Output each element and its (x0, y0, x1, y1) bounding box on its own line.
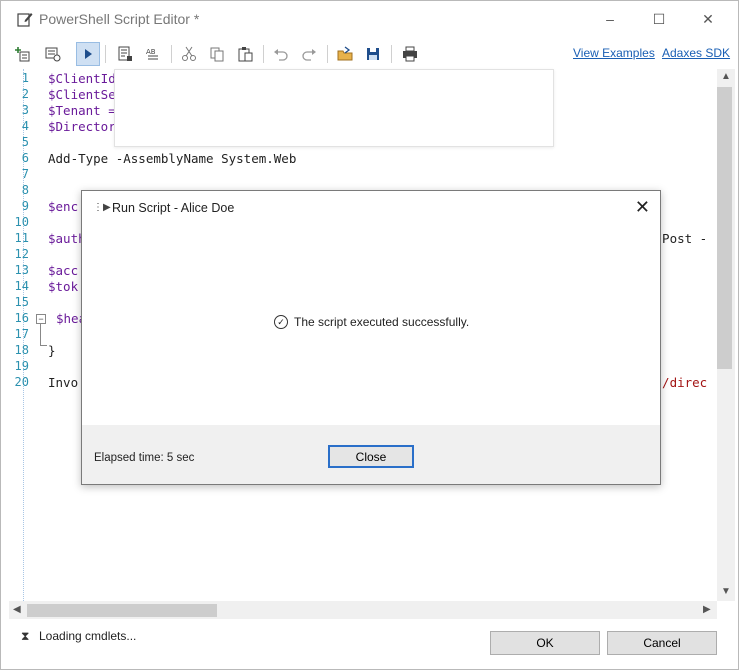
dialog-close-button[interactable]: Close (328, 445, 414, 468)
line-number: 1 (21, 71, 29, 85)
cancel-button[interactable]: Cancel (607, 631, 717, 655)
scroll-left-icon[interactable]: ◀ (13, 604, 21, 615)
scroll-right-icon[interactable]: ▶ (703, 604, 711, 615)
close-window-button[interactable]: ✕ (693, 7, 723, 31)
line-number: 9 (21, 199, 29, 213)
minimize-button[interactable]: – (595, 7, 625, 31)
code-line-1: $ClientId (48, 71, 116, 86)
line-number: 15 (14, 295, 29, 309)
code-line-20: Invo (48, 375, 79, 390)
line-number: 4 (21, 119, 29, 133)
scroll-down-icon[interactable]: ▼ (721, 586, 731, 597)
line-number: 16 (14, 311, 29, 325)
intellisense-popup (114, 69, 554, 147)
redo-icon[interactable] (297, 42, 321, 66)
line-number: 12 (14, 247, 29, 261)
horizontal-scroll-thumb[interactable] (27, 604, 217, 617)
paste-icon[interactable] (233, 42, 257, 66)
line-number: 6 (21, 151, 29, 165)
status-text: Loading cmdlets... (39, 629, 137, 643)
vertical-scroll-thumb[interactable] (717, 87, 732, 369)
print-icon[interactable] (398, 42, 422, 66)
code-line-2: $ClientSe (48, 87, 116, 102)
insert-line-icon[interactable] (11, 42, 35, 66)
line-number: 19 (14, 359, 29, 373)
hourglass-icon: ⧗ (21, 629, 30, 643)
save-icon[interactable] (361, 42, 385, 66)
line-number: 17 (14, 327, 29, 341)
dialog-footer: Elapsed time: 5 sec Close (82, 425, 660, 484)
title-bar: PowerShell Script Editor * – ☐ ✕ (1, 1, 738, 37)
dialog-close-icon[interactable]: ✕ (635, 197, 650, 218)
line-number: 5 (21, 135, 29, 149)
code-line-14: $tok (48, 279, 79, 294)
success-check-icon: ✓ (274, 315, 288, 329)
line-number: 14 (14, 279, 29, 293)
code-line-3: $Tenant = (48, 103, 116, 118)
line-number: 7 (21, 167, 29, 181)
ok-button[interactable]: OK (490, 631, 600, 655)
code-line-6: Add-Type -AssemblyName System.Web (48, 151, 297, 166)
line-number: 11 (14, 231, 29, 245)
edit-script-icon (17, 11, 33, 27)
code-line-11: $auth (48, 231, 86, 246)
run-script-button[interactable] (76, 42, 100, 66)
editor-window: PowerShell Script Editor * – ☐ ✕ AB View… (0, 0, 739, 670)
code-line-9: $enc (48, 199, 79, 214)
copy-icon[interactable] (205, 42, 229, 66)
elapsed-time: Elapsed time: 5 sec (94, 452, 195, 464)
undo-icon[interactable] (269, 42, 293, 66)
comment-icon[interactable] (113, 42, 137, 66)
view-examples-link[interactable]: View Examples (573, 46, 655, 60)
window-title: PowerShell Script Editor * (39, 11, 200, 27)
code-line-18: } (48, 343, 56, 358)
run-script-dialog: ⋮▶ Run Script - Alice Doe ✕ ✓ The script… (81, 190, 661, 485)
insert-variable-icon[interactable] (41, 42, 65, 66)
code-line-4: $Director (48, 119, 116, 134)
line-number: 2 (21, 87, 29, 101)
maximize-button[interactable]: ☐ (644, 7, 674, 31)
svg-text:AB: AB (146, 48, 156, 56)
cut-icon[interactable] (177, 42, 201, 66)
line-number: 13 (14, 263, 29, 277)
uncomment-icon[interactable]: AB (141, 42, 165, 66)
line-number: 18 (14, 343, 29, 357)
open-folder-icon[interactable] (333, 42, 357, 66)
dialog-message-text: The script executed successfully. (294, 315, 470, 329)
scroll-up-icon[interactable]: ▲ (721, 71, 731, 82)
run-script-icon: ⋮▶ (93, 202, 111, 213)
dialog-title: Run Script - Alice Doe (112, 201, 235, 215)
line-number: 20 (14, 375, 29, 389)
dialog-message: ✓ The script executed successfully. (274, 315, 469, 329)
line-number: 8 (21, 183, 29, 197)
line-number: 3 (21, 103, 29, 117)
adaxes-sdk-link[interactable]: Adaxes SDK (662, 46, 730, 60)
line-number: 10 (14, 215, 29, 229)
code-line-13: $acc (48, 263, 79, 278)
